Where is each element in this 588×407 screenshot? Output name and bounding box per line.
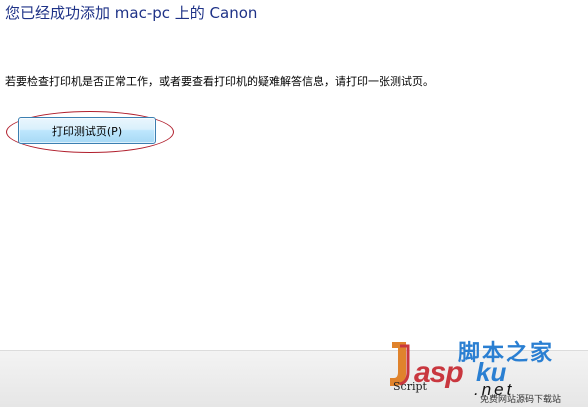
print-test-page-button-label: 打印测试页(P) (51, 124, 123, 138)
dialog-footer (0, 350, 588, 407)
info-text: 若要检查打印机是否正常工作，或者要查看打印机的疑难解答信息，请打印一张测试页。 (5, 75, 434, 88)
print-test-page-button[interactable]: 打印测试页(P) (18, 117, 156, 144)
page-title: 您已经成功添加 mac-pc 上的 Canon (5, 4, 258, 22)
add-printer-dialog: 您已经成功添加 mac-pc 上的 Canon 若要检查打印机是否正常工作，或者… (0, 0, 588, 350)
